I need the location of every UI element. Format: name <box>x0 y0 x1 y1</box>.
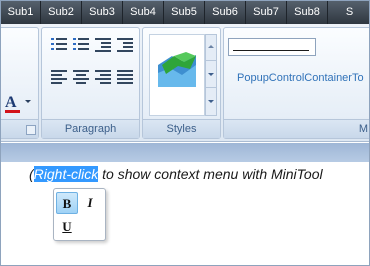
chevron-down-icon <box>25 100 31 103</box>
open-paren: ( <box>29 166 34 182</box>
chevron-up-icon <box>208 45 214 48</box>
popup-control-container-label[interactable]: PopupControlContainerTo <box>237 72 364 84</box>
tab-sub7[interactable]: Sub7 <box>246 1 287 24</box>
justify-icon[interactable] <box>117 70 133 84</box>
ribbon: A Paragraph Styles PopupControlContainer… <box>1 24 369 142</box>
increase-indent-icon[interactable] <box>117 38 133 52</box>
popup-input-underline <box>233 50 309 51</box>
styles-group-label: Styles <box>143 119 220 138</box>
bullets-icon[interactable] <box>51 38 67 52</box>
styles-gallery-scrollbar[interactable] <box>205 34 217 116</box>
tab-s[interactable]: S <box>328 1 369 24</box>
more-icon <box>208 100 214 103</box>
tab-sub3[interactable]: Sub3 <box>82 1 123 24</box>
scroll-down-button[interactable] <box>206 62 216 88</box>
font-group: A <box>1 27 39 139</box>
tab-sub2[interactable]: Sub2 <box>41 1 82 24</box>
align-left-icon[interactable] <box>51 70 67 84</box>
chevron-down-icon <box>208 73 214 76</box>
popup-container-group: PopupControlContainerTo M <box>223 27 369 139</box>
bold-button[interactable]: B <box>56 192 78 214</box>
mini-toolbar: B I U <box>53 188 106 241</box>
paragraph-group: Paragraph <box>41 27 140 139</box>
gallery-more-button[interactable] <box>206 89 216 115</box>
font-color-button[interactable]: A <box>5 94 31 113</box>
numbering-icon[interactable] <box>73 38 89 52</box>
ruler-bar <box>1 143 369 162</box>
scroll-up-button[interactable] <box>206 35 216 61</box>
popup-group-label: M <box>224 119 369 138</box>
styles-gallery-icon <box>158 52 196 87</box>
tab-sub4[interactable]: Sub4 <box>123 1 164 24</box>
tab-sub6[interactable]: Sub6 <box>205 1 246 24</box>
align-center-icon[interactable] <box>73 70 89 84</box>
decrease-indent-icon[interactable] <box>95 38 111 52</box>
font-color-bar <box>5 110 20 113</box>
styles-group: Styles <box>142 27 221 139</box>
styles-gallery[interactable] <box>149 34 205 116</box>
align-right-icon[interactable] <box>95 70 111 84</box>
paragraph-group-label: Paragraph <box>42 119 139 138</box>
dialog-launcher-icon[interactable] <box>26 125 36 135</box>
popup-input-field[interactable] <box>228 38 316 56</box>
selected-text[interactable]: Right-click <box>33 166 99 182</box>
font-group-label <box>1 119 38 138</box>
document-text-rest: to show context menu with MiniTool <box>98 166 323 182</box>
document-text: (Right-click to show context menu with M… <box>29 166 323 182</box>
tab-sub1[interactable]: Sub1 <box>1 1 41 24</box>
tab-sub8[interactable]: Sub8 <box>287 1 328 24</box>
underline-button[interactable]: U <box>56 216 78 238</box>
app-window: Sub1 Sub2 Sub3 Sub4 Sub5 Sub6 Sub7 Sub8 … <box>0 0 370 266</box>
italic-button[interactable]: I <box>79 192 101 214</box>
tab-sub5[interactable]: Sub5 <box>164 1 205 24</box>
ribbon-tab-strip: Sub1 Sub2 Sub3 Sub4 Sub5 Sub6 Sub7 Sub8 … <box>1 1 369 24</box>
